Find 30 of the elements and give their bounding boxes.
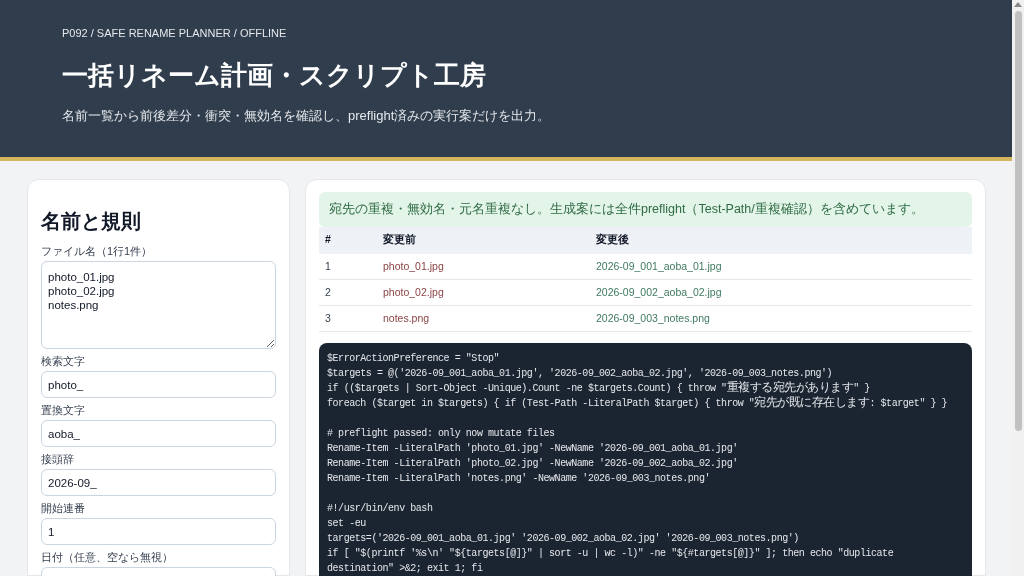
column-header: 変更後 [590,226,972,254]
card-title: 名前と規則 [41,209,141,234]
page-subtitle: 名前一覧から前後差分・衝突・無効名を確認し、preflight済みの実行案だけを出力。 [62,106,551,125]
table-cell: photo_01.jpg [377,253,590,280]
text-field[interactable]: aoba_ [41,420,276,447]
text-field[interactable]: 1 [41,518,276,545]
status-notice: 宛先の重複・無効名・元名重複なし。生成案には全件preflight（Test-Path/重複確認）を含めています。 [319,192,972,227]
text-field[interactable]: photo_ [41,371,276,398]
file-names-field[interactable]: photo_01.jpg photo_02.jpg notes.png [41,261,276,349]
table-cell: 2026-09_001_aoba_01.jpg [590,253,972,280]
table-cell: notes.png [377,305,590,332]
field-label: 接頭辞 [41,452,74,467]
column-header: 変更前 [377,226,590,254]
table-cell: 3 [319,305,377,332]
table-cell: photo_02.jpg [377,279,590,306]
column-header: # [319,226,377,254]
script-output: $ErrorActionPreference = "Stop" $targets = @('2026-09_001_aoba_01.jpg', '2026-09_002_aoba_02.jpg', '2026-09_003_notes.png') if (($targets | Sort-Object -Unique).Count -ne $targets.Count) { throw "重複する宛先があります" } foreach ($target in $targets) { if (Test-Path -LiteralPath $target) { throw "宛先が既に存在します: $target" } } # preflight passed: only now mutate files Rename-Item -LiteralPath 'photo_01.jpg' -NewName '2026-09_001_aoba_01.jpg' Rename-Item -LiteralPath 'photo_02.jpg' -NewName '2026-09_002_aoba_02.jpg' Rename-Item -LiteralPath 'notes.png' -NewName '2026-09_003_notes.png' #!/usr/bin/env bash set -eu targets=('2026-09_001_aoba_01.jpg' '2026-09_002_aoba_02.jpg' '2026-09_003_notes.png') if [ "$(printf '%s\n' "${targets[@]}" | sort -u | wc -l)" -ne "${#targets[@]}" ]; then echo "duplicate destination" >&2; exit 1; fi [319,343,972,576]
field-label: 日付（任意、空なら無視） [41,550,173,565]
page-title: 一括リネーム計画・スクリプト工房 [62,58,486,92]
table-cell: 2026-09_003_notes.png [590,305,972,332]
field-label: ファイル名（1行1件） [41,244,153,259]
table-cell: 2026-09_002_aoba_02.jpg [590,279,972,306]
field-label: 置換文字 [41,403,85,418]
table-cell: 1 [319,253,377,280]
field-label: 開始連番 [41,501,85,516]
table-cell: 2 [319,279,377,306]
scrollbar[interactable] [1012,0,1024,576]
text-field[interactable]: 2026-09_ [41,469,276,496]
field-label: 検索文字 [41,354,85,369]
breadcrumb: P092 / SAFE RENAME PLANNER / OFFLINE [62,26,287,41]
